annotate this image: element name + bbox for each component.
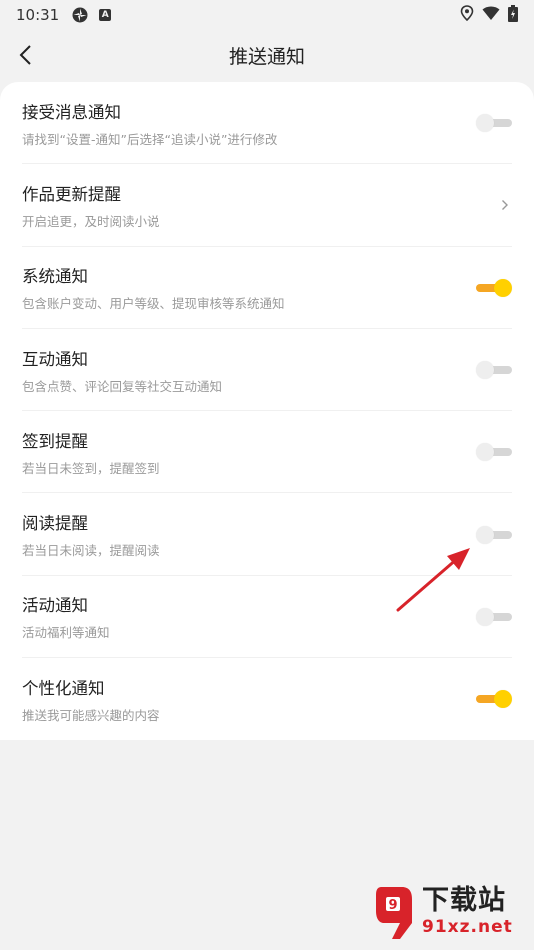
toggle-knob [476,607,494,626]
watermark-small-text: 91xz.net [422,917,513,937]
system-notifications-toggle[interactable] [476,278,512,298]
setting-subtitle: 若当日未签到，提醒签到 [22,460,160,476]
setting-subtitle: 包含账户变动、用户等级、提现审核等系统通知 [22,296,285,312]
setting-row-update-reminder[interactable]: 作品更新提醒 开启追更，及时阅读小说 [0,164,534,247]
watermark-logo-icon: 9 [370,882,418,942]
activity-notifications-toggle[interactable] [476,607,512,627]
setting-subtitle: 请找到“设置-通知”后选择“追读小说”进行修改 [22,131,278,147]
status-right-icons [460,4,518,26]
settings-list: 接受消息通知 请找到“设置-通知”后选择“追读小说”进行修改 作品更新提醒 开启… [0,82,534,740]
setting-title: 个性化通知 [22,678,105,698]
chevron-left-icon [19,45,31,65]
toggle-knob [476,443,494,462]
page-title: 推送通知 [228,45,305,68]
setting-title: 签到提醒 [22,431,88,451]
setting-title: 系统通知 [22,267,88,287]
wifi-icon [482,6,500,25]
setting-row-system-notifications: 系统通知 包含账户变动、用户等级、提现审核等系统通知 [0,247,534,330]
setting-title: 活动通知 [22,596,88,616]
reading-reminder-toggle[interactable] [476,525,512,545]
app-a-icon: A [99,9,112,21]
setting-subtitle: 开启追更，及时阅读小说 [22,213,160,229]
title-bar: 推送通知 [0,32,534,78]
toggle-knob [476,525,494,544]
sync-icon [71,6,89,24]
setting-row-personalized-notifications: 个性化通知 推送我可能感兴趣的内容 [0,658,534,740]
setting-row-reading-reminder: 阅读提醒 若当日未阅读，提醒阅读 [0,493,534,577]
personalized-notifications-toggle[interactable] [476,689,512,709]
setting-title: 互动通知 [22,349,88,369]
setting-title: 阅读提醒 [22,514,88,534]
watermark: 9 下载站 91xz.net [370,876,530,948]
app-a-badge: A [99,9,112,21]
back-button[interactable] [10,40,40,70]
setting-subtitle: 若当日未阅读，提醒阅读 [22,543,160,559]
accept-notifications-toggle[interactable] [476,113,512,133]
setting-title: 作品更新提醒 [22,184,121,204]
watermark-logo-digit: 9 [388,898,397,913]
toggle-knob [494,690,512,709]
setting-row-interaction-notifications: 互动通知 包含点赞、评论回复等社交互动通知 [0,329,534,412]
setting-subtitle: 推送我可能感兴趣的内容 [22,707,160,723]
setting-subtitle: 活动福利等通知 [22,625,110,641]
status-time: 10:31 [16,6,60,24]
battery-icon [508,4,518,26]
location-icon [460,5,474,25]
setting-row-checkin-reminder: 签到提醒 若当日未签到，提醒签到 [0,411,534,494]
toggle-knob [494,278,512,297]
setting-row-accept-notifications: 接受消息通知 请找到“设置-通知”后选择“追读小说”进行修改 [0,82,534,165]
interaction-notifications-toggle[interactable] [476,360,512,380]
toggle-knob [476,361,494,380]
setting-row-activity-notifications: 活动通知 活动福利等通知 [0,576,534,659]
setting-subtitle: 包含点赞、评论回复等社交互动通知 [22,378,223,394]
status-bar: 10:31 A [0,0,534,30]
setting-title: 接受消息通知 [22,102,121,122]
toggle-knob [476,114,494,133]
watermark-text: 下载站 91xz.net [422,886,513,938]
watermark-big-text: 下载站 [422,885,506,916]
chevron-right-icon[interactable] [498,198,512,212]
checkin-reminder-toggle[interactable] [476,442,512,462]
